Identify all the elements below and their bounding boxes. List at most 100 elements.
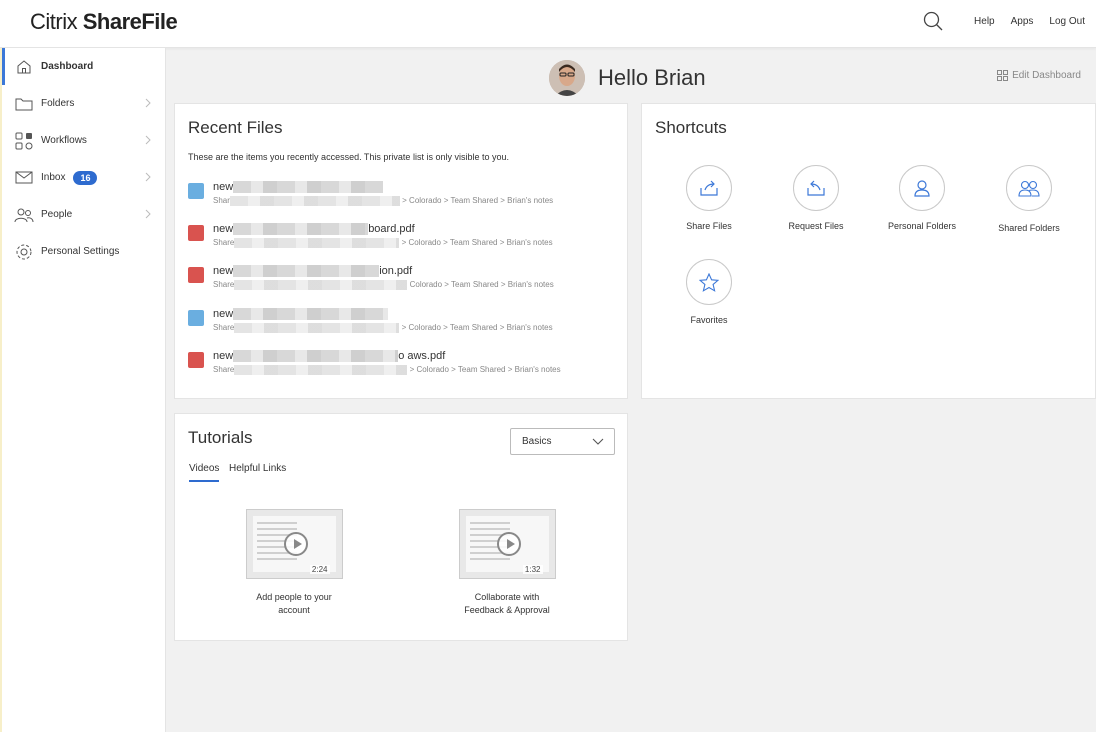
pdf-file-icon bbox=[188, 267, 204, 283]
avatar[interactable] bbox=[549, 60, 585, 96]
shortcuts-title: Shortcuts bbox=[655, 118, 727, 137]
file-path: Share > Colorado > Team Shared > Brian's… bbox=[213, 238, 553, 248]
request-files-shortcut[interactable]: Request Files bbox=[766, 165, 866, 231]
logo-text-light: Citrix bbox=[30, 9, 83, 34]
file-path-start: Share bbox=[213, 280, 235, 290]
video-title-line: Feedback & Approval bbox=[464, 605, 550, 615]
home-icon bbox=[14, 57, 34, 77]
sidebar-item-personal-settings[interactable]: Personal Settings bbox=[2, 233, 165, 270]
sidebar-item-workflows[interactable]: Workflows bbox=[2, 122, 165, 159]
chevron-right-icon bbox=[145, 98, 151, 108]
chevron-right-icon bbox=[145, 209, 151, 219]
file-name-end: o aws.pdf bbox=[398, 350, 446, 362]
sidebar-item-people[interactable]: People bbox=[2, 196, 165, 233]
shortcut-label: Favorites bbox=[690, 315, 728, 325]
video-title: Collaborate with Feedback & Approval bbox=[417, 591, 597, 617]
file-row[interactable]: new board.pdf Share > Colorado > Team Sha… bbox=[188, 223, 618, 255]
recent-files-card: Recent Files These are the items you rec… bbox=[174, 103, 628, 399]
person-icon bbox=[899, 165, 945, 211]
shortcut-label: Request Files bbox=[788, 221, 844, 231]
tutorials-card: Tutorials Basics Videos Helpful Links 2:… bbox=[174, 413, 628, 641]
group-icon bbox=[1006, 165, 1052, 211]
file-row[interactable]: new ion.pdf Share Colorado > Team Shared … bbox=[188, 265, 618, 297]
gear-icon bbox=[14, 242, 34, 262]
image-file-icon bbox=[188, 310, 204, 326]
greeting: Hello Brian bbox=[549, 60, 706, 96]
top-bar: Citrix ShareFile Help Apps Log Out bbox=[0, 0, 1096, 48]
tab-helpful-links[interactable]: Helpful Links bbox=[229, 463, 286, 480]
file-row[interactable]: new Shar > Colorado > Team Shared > Bria… bbox=[188, 181, 618, 213]
sidebar-item-label: Inbox bbox=[41, 172, 66, 183]
play-icon[interactable] bbox=[496, 532, 521, 556]
sidebar-item-folders[interactable]: Folders bbox=[2, 85, 165, 122]
workflows-icon bbox=[14, 131, 34, 151]
chevron-right-icon bbox=[145, 135, 151, 145]
video-title-line: Collaborate with bbox=[474, 592, 540, 602]
shortcut-label: Share Files bbox=[686, 221, 732, 231]
logo-text-bold: ShareFile bbox=[82, 9, 178, 34]
people-icon bbox=[14, 205, 34, 225]
share-files-icon bbox=[686, 165, 732, 211]
file-path-end: > Colorado > Team Shared > Brian's notes bbox=[401, 323, 553, 333]
edit-dashboard-button[interactable]: Edit Dashboard bbox=[997, 70, 1081, 81]
video-thumbnail[interactable]: 1:32 bbox=[458, 509, 556, 579]
video-duration: 1:32 bbox=[522, 565, 543, 574]
file-name-end: ion.pdf bbox=[379, 265, 413, 277]
file-name-start: new bbox=[213, 350, 234, 362]
video-thumbnail[interactable]: 2:24 bbox=[245, 509, 343, 579]
folder-icon bbox=[14, 94, 34, 114]
file-name: new board.pdf bbox=[213, 223, 415, 236]
sidebar-item-label: Workflows bbox=[41, 135, 87, 146]
request-files-icon bbox=[793, 165, 839, 211]
sidebar-item-label: People bbox=[41, 209, 73, 220]
recent-files-title: Recent Files bbox=[188, 118, 283, 137]
sidebar-item-dashboard[interactable]: Dashboard bbox=[2, 48, 165, 85]
recent-files-description: These are the items you recently accesse… bbox=[188, 152, 509, 162]
tab-videos[interactable]: Videos bbox=[189, 463, 220, 482]
inbox-count-badge: 16 bbox=[73, 170, 98, 185]
grid-icon bbox=[997, 70, 1009, 81]
file-path-start: Shar bbox=[213, 196, 230, 206]
greeting-text: Hello Brian bbox=[598, 65, 706, 90]
file-name-start: new bbox=[213, 181, 234, 193]
sidebar: Dashboard Folders Workflows Inbox 16 Peo… bbox=[2, 48, 166, 732]
select-value: Basics bbox=[522, 436, 552, 447]
logout-link[interactable]: Log Out bbox=[1049, 16, 1085, 27]
apps-link[interactable]: Apps bbox=[1011, 16, 1034, 27]
personal-folders-shortcut[interactable]: Personal Folders bbox=[872, 165, 972, 231]
play-icon[interactable] bbox=[283, 532, 308, 556]
video-title-line: Add people to your bbox=[256, 592, 332, 602]
file-path-end: > Colorado > Team Shared > Brian's notes bbox=[402, 196, 554, 206]
shared-folders-shortcut[interactable]: Shared Folders bbox=[979, 165, 1079, 233]
pdf-file-icon bbox=[188, 225, 204, 241]
sidebar-item-inbox[interactable]: Inbox 16 bbox=[2, 159, 165, 196]
file-row[interactable]: new o aws.pdf Share > Colorado > Team Sha… bbox=[188, 350, 618, 382]
redacted-text bbox=[233, 181, 384, 194]
search-icon[interactable] bbox=[922, 10, 944, 32]
share-files-shortcut[interactable]: Share Files bbox=[659, 165, 759, 231]
mail-icon bbox=[14, 168, 34, 188]
video-title: Add people to your account bbox=[204, 591, 384, 617]
favorites-shortcut[interactable]: Favorites bbox=[659, 259, 759, 325]
file-path-start: Share bbox=[213, 238, 235, 248]
redacted-text bbox=[233, 308, 389, 321]
file-name: new bbox=[213, 181, 384, 194]
shortcut-label: Shared Folders bbox=[998, 223, 1060, 233]
video-card[interactable]: 1:32 Collaborate with Feedback & Approva… bbox=[417, 509, 597, 617]
redacted-text bbox=[233, 350, 399, 363]
help-link[interactable]: Help bbox=[974, 16, 995, 27]
citrix-sharefile-logo[interactable]: Citrix ShareFile bbox=[30, 9, 178, 35]
redacted-text bbox=[234, 280, 408, 290]
file-row[interactable]: new Share > Colorado > Team Shared > Bri… bbox=[188, 308, 618, 340]
redacted-text bbox=[234, 365, 408, 375]
file-path-start: Share bbox=[213, 323, 235, 333]
redacted-text bbox=[234, 323, 400, 333]
video-card[interactable]: 2:24 Add people to your account bbox=[204, 509, 384, 617]
file-name: new bbox=[213, 308, 389, 321]
file-name-start: new bbox=[213, 308, 234, 320]
shortcuts-card: Shortcuts Share Files Request Files Pers… bbox=[641, 103, 1096, 399]
tutorial-category-select[interactable]: Basics bbox=[510, 428, 615, 455]
redacted-text bbox=[229, 196, 400, 206]
file-path-end: > Colorado > Team Shared > Brian's notes bbox=[409, 365, 561, 375]
file-path-end: Colorado > Team Shared > Brian's notes bbox=[409, 280, 554, 290]
